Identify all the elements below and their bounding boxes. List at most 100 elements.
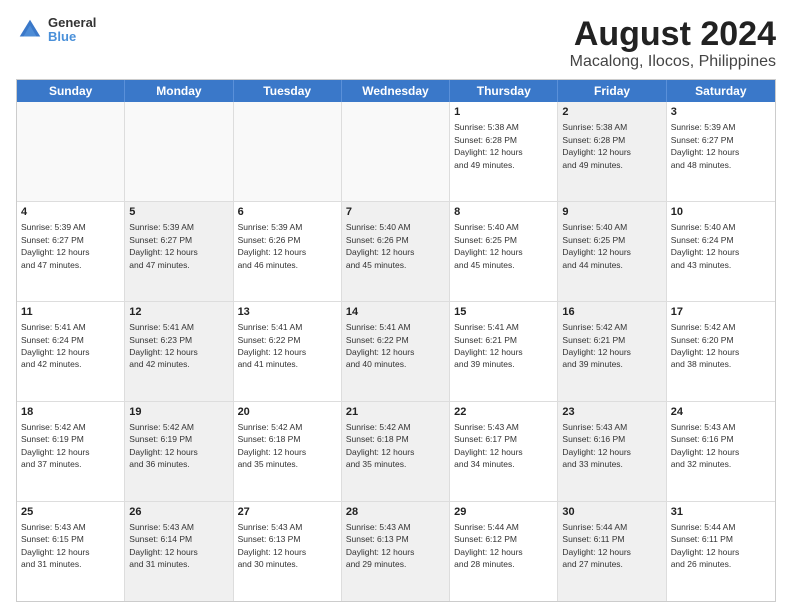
- calendar-cell: 4 Sunrise: 5:39 AM Sunset: 6:27 PM Daylig…: [17, 202, 125, 301]
- header: General Blue August 2024 Macalong, Iloco…: [16, 16, 776, 71]
- day-number: 4: [21, 205, 120, 220]
- calendar-cell: 11 Sunrise: 5:41 AM Sunset: 6:24 PM Dayli…: [17, 302, 125, 401]
- day-number: 1: [454, 105, 553, 120]
- cell-info: Sunrise: 5:42 AM Sunset: 6:19 PM Dayligh…: [129, 422, 198, 469]
- day-number: 20: [238, 405, 337, 420]
- cell-info: Sunrise: 5:41 AM Sunset: 6:21 PM Dayligh…: [454, 322, 523, 369]
- cell-info: Sunrise: 5:38 AM Sunset: 6:28 PM Dayligh…: [562, 122, 631, 169]
- day-number: 28: [346, 505, 445, 520]
- cell-info: Sunrise: 5:40 AM Sunset: 6:26 PM Dayligh…: [346, 222, 415, 269]
- cell-info: Sunrise: 5:39 AM Sunset: 6:27 PM Dayligh…: [671, 122, 740, 169]
- calendar-cell: 27 Sunrise: 5:43 AM Sunset: 6:13 PM Dayli…: [234, 502, 342, 601]
- calendar-cell: 24 Sunrise: 5:43 AM Sunset: 6:16 PM Dayli…: [667, 402, 775, 501]
- logo-text: General Blue: [48, 16, 96, 45]
- calendar-cell: 31 Sunrise: 5:44 AM Sunset: 6:11 PM Dayli…: [667, 502, 775, 601]
- day-number: 9: [562, 205, 661, 220]
- calendar: SundayMondayTuesdayWednesdayThursdayFrid…: [16, 79, 776, 602]
- day-number: 23: [562, 405, 661, 420]
- cell-info: Sunrise: 5:42 AM Sunset: 6:18 PM Dayligh…: [238, 422, 307, 469]
- cell-info: Sunrise: 5:41 AM Sunset: 6:23 PM Dayligh…: [129, 322, 198, 369]
- calendar-cell: 26Sunrise: 5:43 AM Sunset: 6:14 PM Dayli…: [125, 502, 233, 601]
- calendar-cell: 3 Sunrise: 5:39 AM Sunset: 6:27 PM Daylig…: [667, 102, 775, 201]
- day-number: 12: [129, 305, 228, 320]
- cell-info: Sunrise: 5:41 AM Sunset: 6:24 PM Dayligh…: [21, 322, 90, 369]
- day-number: 3: [671, 105, 771, 120]
- cell-info: Sunrise: 5:40 AM Sunset: 6:24 PM Dayligh…: [671, 222, 740, 269]
- day-number: 19: [129, 405, 228, 420]
- calendar-cell: 28Sunrise: 5:43 AM Sunset: 6:13 PM Dayli…: [342, 502, 450, 601]
- calendar-cell: [17, 102, 125, 201]
- cell-info: Sunrise: 5:42 AM Sunset: 6:18 PM Dayligh…: [346, 422, 415, 469]
- calendar-cell: 12 Sunrise: 5:41 AM Sunset: 6:23 PM Dayli…: [125, 302, 233, 401]
- weekday-header: Saturday: [667, 80, 775, 102]
- day-number: 14: [346, 305, 445, 320]
- day-number: 17: [671, 305, 771, 320]
- day-number: 31: [671, 505, 771, 520]
- cell-info: Sunrise: 5:39 AM Sunset: 6:27 PM Dayligh…: [129, 222, 198, 269]
- calendar-row: 1 Sunrise: 5:38 AM Sunset: 6:28 PM Daylig…: [17, 102, 775, 201]
- day-number: 16: [562, 305, 661, 320]
- weekday-header: Wednesday: [342, 80, 450, 102]
- day-number: 7: [346, 205, 445, 220]
- calendar-cell: 15 Sunrise: 5:41 AM Sunset: 6:21 PM Dayli…: [450, 302, 558, 401]
- logo-icon: [16, 16, 44, 44]
- cell-info: Sunrise: 5:40 AM Sunset: 6:25 PM Dayligh…: [454, 222, 523, 269]
- calendar-cell: 22Sunrise: 5:43 AM Sunset: 6:17 PM Dayli…: [450, 402, 558, 501]
- weekday-header: Tuesday: [234, 80, 342, 102]
- calendar-cell: [342, 102, 450, 201]
- day-number: 26: [129, 505, 228, 520]
- calendar-cell: [125, 102, 233, 201]
- day-number: 18: [21, 405, 120, 420]
- weekday-header: Monday: [125, 80, 233, 102]
- cell-info: Sunrise: 5:42 AM Sunset: 6:20 PM Dayligh…: [671, 322, 740, 369]
- page-title: August 2024: [570, 16, 776, 53]
- calendar-cell: 19 Sunrise: 5:42 AM Sunset: 6:19 PM Dayli…: [125, 402, 233, 501]
- logo-line2: Blue: [48, 30, 96, 44]
- day-number: 8: [454, 205, 553, 220]
- calendar-row: 18 Sunrise: 5:42 AM Sunset: 6:19 PM Dayli…: [17, 401, 775, 501]
- cell-info: Sunrise: 5:43 AM Sunset: 6:17 PM Dayligh…: [454, 422, 523, 469]
- calendar-cell: 8 Sunrise: 5:40 AM Sunset: 6:25 PM Daylig…: [450, 202, 558, 301]
- calendar-row: 25Sunrise: 5:43 AM Sunset: 6:15 PM Dayli…: [17, 501, 775, 601]
- calendar-row: 4 Sunrise: 5:39 AM Sunset: 6:27 PM Daylig…: [17, 201, 775, 301]
- day-number: 5: [129, 205, 228, 220]
- logo: General Blue: [16, 16, 96, 45]
- calendar-cell: 18Sunrise: 5:42 AM Sunset: 6:19 PM Dayli…: [17, 402, 125, 501]
- weekday-header: Sunday: [17, 80, 125, 102]
- cell-info: Sunrise: 5:39 AM Sunset: 6:26 PM Dayligh…: [238, 222, 307, 269]
- calendar-cell: 16 Sunrise: 5:42 AM Sunset: 6:21 PM Dayli…: [558, 302, 666, 401]
- cell-info: Sunrise: 5:44 AM Sunset: 6:11 PM Dayligh…: [562, 522, 631, 569]
- calendar-cell: 7 Sunrise: 5:40 AM Sunset: 6:26 PM Daylig…: [342, 202, 450, 301]
- calendar-cell: 21 Sunrise: 5:42 AM Sunset: 6:18 PM Dayli…: [342, 402, 450, 501]
- calendar-cell: 30Sunrise: 5:44 AM Sunset: 6:11 PM Dayli…: [558, 502, 666, 601]
- weekday-header: Friday: [558, 80, 666, 102]
- calendar-cell: 14Sunrise: 5:41 AM Sunset: 6:22 PM Dayli…: [342, 302, 450, 401]
- cell-info: Sunrise: 5:43 AM Sunset: 6:16 PM Dayligh…: [671, 422, 740, 469]
- day-number: 11: [21, 305, 120, 320]
- cell-info: Sunrise: 5:44 AM Sunset: 6:11 PM Dayligh…: [671, 522, 740, 569]
- page-subtitle: Macalong, Ilocos, Philippines: [570, 53, 776, 71]
- calendar-header: SundayMondayTuesdayWednesdayThursdayFrid…: [17, 80, 775, 102]
- day-number: 27: [238, 505, 337, 520]
- calendar-cell: 13Sunrise: 5:41 AM Sunset: 6:22 PM Dayli…: [234, 302, 342, 401]
- calendar-cell: 6Sunrise: 5:39 AM Sunset: 6:26 PM Daylig…: [234, 202, 342, 301]
- calendar-cell: 1 Sunrise: 5:38 AM Sunset: 6:28 PM Daylig…: [450, 102, 558, 201]
- cell-info: Sunrise: 5:39 AM Sunset: 6:27 PM Dayligh…: [21, 222, 90, 269]
- calendar-cell: 29Sunrise: 5:44 AM Sunset: 6:12 PM Dayli…: [450, 502, 558, 601]
- day-number: 10: [671, 205, 771, 220]
- calendar-body: 1 Sunrise: 5:38 AM Sunset: 6:28 PM Daylig…: [17, 102, 775, 601]
- day-number: 21: [346, 405, 445, 420]
- cell-info: Sunrise: 5:43 AM Sunset: 6:16 PM Dayligh…: [562, 422, 631, 469]
- calendar-cell: [234, 102, 342, 201]
- day-number: 24: [671, 405, 771, 420]
- day-number: 13: [238, 305, 337, 320]
- weekday-header: Thursday: [450, 80, 558, 102]
- day-number: 25: [21, 505, 120, 520]
- calendar-cell: 9Sunrise: 5:40 AM Sunset: 6:25 PM Daylig…: [558, 202, 666, 301]
- calendar-cell: 17 Sunrise: 5:42 AM Sunset: 6:20 PM Dayli…: [667, 302, 775, 401]
- calendar-cell: 25Sunrise: 5:43 AM Sunset: 6:15 PM Dayli…: [17, 502, 125, 601]
- cell-info: Sunrise: 5:38 AM Sunset: 6:28 PM Dayligh…: [454, 122, 523, 169]
- cell-info: Sunrise: 5:42 AM Sunset: 6:21 PM Dayligh…: [562, 322, 631, 369]
- day-number: 15: [454, 305, 553, 320]
- cell-info: Sunrise: 5:43 AM Sunset: 6:13 PM Dayligh…: [238, 522, 307, 569]
